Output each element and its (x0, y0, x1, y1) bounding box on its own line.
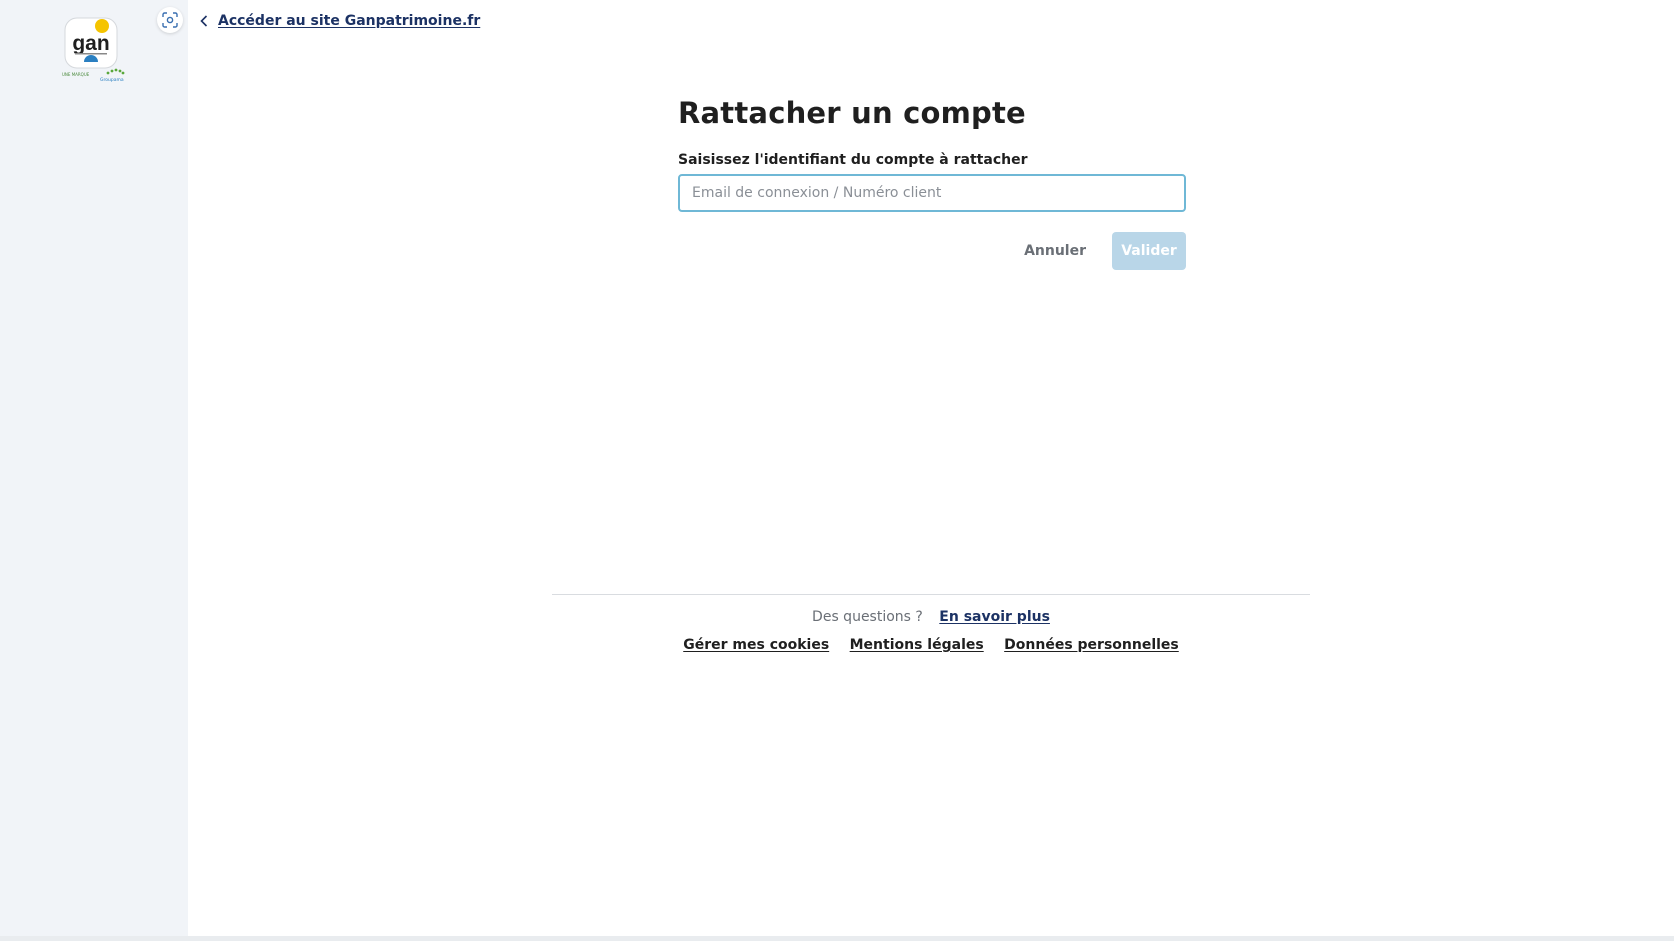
screenshot-button[interactable] (157, 7, 183, 33)
cookies-settings-link[interactable]: Gérer mes cookies (683, 637, 829, 653)
chevron-left-icon (200, 14, 210, 28)
gan-logo[interactable]: gan UNE MARQUE Groupama (60, 16, 130, 90)
svg-text:Groupama: Groupama (100, 77, 124, 83)
identifier-field-label: Saisissez l'identifiant du compte à ratt… (678, 152, 1028, 168)
personal-data-link[interactable]: Données personnelles (1004, 637, 1179, 653)
legal-notice-link[interactable]: Mentions légales (850, 637, 984, 653)
learn-more-link[interactable]: En savoir plus (939, 609, 1050, 625)
page-footer: Des questions ? En savoir plus Gérer mes… (552, 594, 1310, 653)
svg-text:UNE MARQUE: UNE MARQUE (62, 72, 90, 77)
app-root: gan UNE MARQUE Groupama Accéder au site … (0, 0, 1674, 941)
identifier-input[interactable] (678, 174, 1186, 212)
footer-help-row: Des questions ? En savoir plus (552, 609, 1310, 625)
attach-account-form: Rattacher un compte Saisissez l'identifi… (678, 96, 1186, 270)
footer-question-text: Des questions ? (812, 609, 923, 625)
back-to-site-link[interactable]: Accéder au site Ganpatrimoine.fr (200, 13, 480, 29)
svg-text:gan: gan (72, 32, 109, 55)
form-actions: Annuler Valider (678, 232, 1186, 270)
sidebar: gan UNE MARQUE Groupama (0, 0, 188, 941)
bottom-divider (0, 936, 1674, 941)
submit-button[interactable]: Valider (1112, 232, 1186, 270)
gan-logo-graphic: gan UNE MARQUE Groupama (62, 17, 125, 83)
footer-legal-links: Gérer mes cookies Mentions légales Donné… (552, 637, 1310, 653)
page-title: Rattacher un compte (678, 96, 1026, 130)
cancel-button[interactable]: Annuler (1024, 243, 1086, 259)
screenshot-capture-icon (162, 12, 178, 28)
back-link-label[interactable]: Accéder au site Ganpatrimoine.fr (218, 13, 480, 29)
